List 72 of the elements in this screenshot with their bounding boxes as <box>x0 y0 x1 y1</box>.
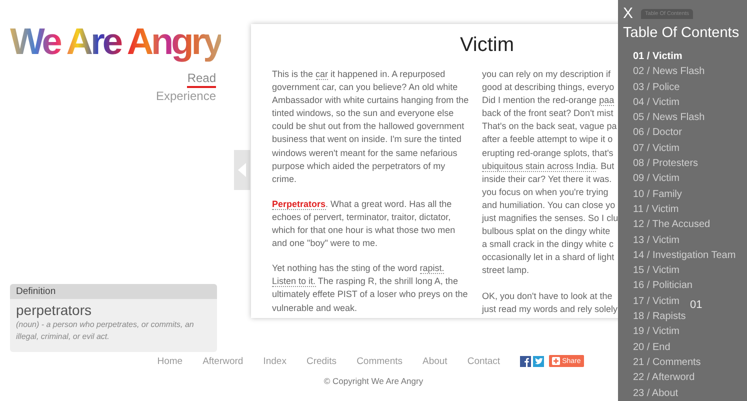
text-line: bulbous splat on the dingy white <box>482 225 610 238</box>
glossary-link[interactable]: ubiquitous stain across India <box>482 160 596 172</box>
glossary-link[interactable]: Listen to it. <box>272 276 316 288</box>
text-line: inside their car? Yet there it was. <box>482 172 612 186</box>
glossary-link[interactable]: car <box>316 69 328 80</box>
toc-item[interactable]: 05 / News Flash <box>633 110 705 126</box>
previous-page-button[interactable] <box>234 150 250 190</box>
definition-word: perpetrators <box>15 301 92 318</box>
left-arrow-icon <box>238 163 246 177</box>
glossary-link[interactable]: paa <box>599 95 614 106</box>
footer-link[interactable]: Afterword <box>202 356 244 366</box>
text-line: good at describing things, everyo <box>482 81 614 94</box>
toc-item[interactable]: 07 / Victim <box>633 140 680 156</box>
toc-item[interactable]: 11 / Victim <box>633 202 679 218</box>
toc-item[interactable]: 01 / Victim <box>633 49 682 64</box>
text-line: erupting red-orange splots, that's <box>482 146 614 160</box>
article-title: Victim <box>460 33 514 58</box>
toc-item[interactable]: 08 / Protesters <box>633 156 698 172</box>
toc-item[interactable]: 10 / Family <box>633 186 682 202</box>
definition-header: Definition <box>10 284 217 299</box>
footer-link[interactable]: Comments <box>356 356 402 366</box>
paragraph-text: Perpetrators. What a great word. Has all the echoes of pervert, terminator, traitor, dictator, which for that one hour is what those two men and one "boy" were to me. <box>272 198 456 250</box>
toc-item[interactable]: 03 / Police <box>633 80 680 95</box>
plus-icon <box>552 357 560 365</box>
footer-link[interactable]: About <box>422 356 448 366</box>
toc-item[interactable]: 17 / Victim <box>633 294 680 310</box>
close-button[interactable]: X <box>623 6 634 22</box>
text-line: just magnifies the senses. So I clu <box>482 212 618 226</box>
copyright-text: © Copyright We Are Angry <box>324 376 424 386</box>
toc-item[interactable]: 20 / End <box>633 340 670 355</box>
nav-link[interactable]: Read <box>187 71 216 88</box>
text-line: Did I mention the red-orange paa <box>482 94 614 108</box>
toc-item[interactable]: 21 / Comments <box>633 354 701 370</box>
toc-item[interactable]: 13 / Victim <box>633 232 680 248</box>
glossary-link[interactable]: rapist. <box>420 263 444 274</box>
toc-item[interactable]: 18 / Rapists <box>633 309 686 324</box>
text-line: That's on the back seat, vague pa <box>482 120 617 134</box>
text-line: after a feeble attempt to wipe it o <box>482 133 613 146</box>
paragraph-text: This is the car it happened in. A repurposed government car, can you believe? An old white Ambassador with white curtains hanging from the tinted windows, so the sun and everyone else could be shut out from the hallowed government business that went on inside. I'm sure the tinted windows weren't meant for the same nefarious purpose which aided the perpetrators of my crime. <box>272 68 470 186</box>
glossary-link[interactable]: Perpetrators <box>272 198 326 210</box>
text-line: street lamp. <box>482 264 530 278</box>
text-line: back of the front seat? Don't mist <box>482 107 614 120</box>
footer-link[interactable]: Home <box>157 356 183 366</box>
facebook-icon[interactable] <box>520 356 532 366</box>
text-line: occasionally let in a shard of light <box>482 251 614 264</box>
toc-item[interactable]: 19 / Victim <box>633 324 680 340</box>
toc-item[interactable]: 14 / Investigation Team <box>633 248 736 264</box>
nav-link[interactable]: Experience <box>156 89 216 106</box>
toc-item[interactable]: 23 / About <box>633 386 678 401</box>
toc-title: Table Of Contents <box>623 25 740 41</box>
toc-item[interactable]: 02 / News Flash <box>633 64 705 80</box>
paragraph-text: Yet nothing has the sting of the word rapist. Listen to it. The rasping R, the shrill long A, the ultimately effete PIST of a loser who preys on the vulnerable and weak. <box>272 262 469 314</box>
footer-link[interactable]: Index <box>263 356 286 366</box>
twitter-icon[interactable] <box>533 356 544 366</box>
text-line: ubiquitous stain across India. But <box>482 160 614 173</box>
toc-item[interactable]: 06 / Doctor <box>633 125 682 141</box>
text-line: you can rely on my description if <box>482 68 611 81</box>
toc-item[interactable]: 09 / Victim <box>633 171 680 187</box>
toc-item[interactable]: 22 / Afterword <box>633 370 695 386</box>
text-line: you focus on when you're trying <box>482 186 608 199</box>
toc-item[interactable]: 04 / Victim <box>633 94 680 110</box>
footer-link[interactable]: Contact <box>467 356 500 366</box>
page-number: 01 <box>690 299 702 311</box>
toc-item[interactable]: 12 / The Accused <box>633 217 710 233</box>
text-line: a small crack in the dingy white c <box>482 238 614 252</box>
text-line: just read my words and rely solely <box>482 302 618 316</box>
footer-link[interactable]: Credits <box>306 356 337 366</box>
text-line: OK, you don't have to look at the <box>482 290 612 303</box>
toc-item[interactable]: 16 / Politician <box>633 278 692 294</box>
toc-item[interactable]: 15 / Victim <box>633 263 680 278</box>
definition-text: (noun) - a person who perpetrates, or commits, an illegal, criminal, or evil act. <box>15 319 195 343</box>
text-line: and humiliation. You can close yo <box>482 198 616 212</box>
